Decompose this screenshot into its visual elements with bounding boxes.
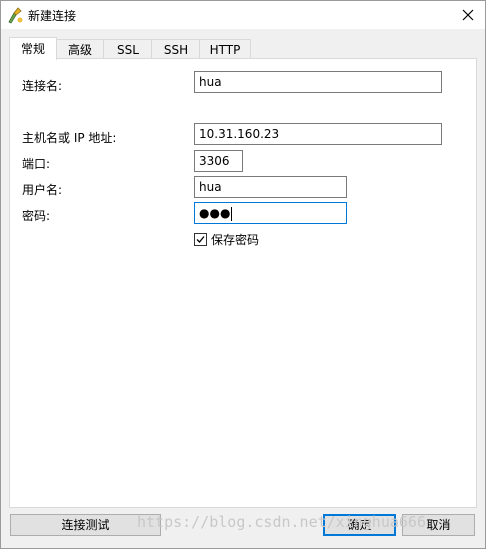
port-label: 端口: <box>22 157 51 171</box>
general-panel: 连接名: hua 主机名或 IP 地址: 10.31.160.23 端口: 33… <box>9 58 477 508</box>
tab-http[interactable]: HTTP <box>199 39 251 60</box>
password-label: 密码: <box>22 209 51 223</box>
connection-icon <box>6 6 24 24</box>
host-input[interactable]: 10.31.160.23 <box>194 123 442 145</box>
tab-ssl[interactable]: SSL <box>103 39 153 60</box>
text-caret <box>231 206 233 221</box>
save-password-checkbox[interactable] <box>194 233 207 246</box>
username-input[interactable]: hua <box>194 176 347 198</box>
close-button[interactable] <box>451 1 485 29</box>
dialog-window: 新建连接 常规 高级 SSL SSH HTTP 连接名: hua 主机名或 IP… <box>0 0 486 549</box>
username-label: 用户名: <box>22 183 63 197</box>
window-title: 新建连接 <box>28 9 77 23</box>
connection-name-label: 连接名: <box>22 79 63 93</box>
title-bar: 新建连接 <box>1 1 485 29</box>
tab-ssh[interactable]: SSH <box>151 39 201 60</box>
password-input[interactable]: ●●● <box>194 202 347 224</box>
port-input[interactable]: 3306 <box>194 150 243 172</box>
host-label: 主机名或 IP 地址: <box>22 131 117 145</box>
save-password-label: 保存密码 <box>211 233 260 247</box>
test-connection-button[interactable]: 连接测试 <box>10 514 161 536</box>
close-icon <box>462 9 474 21</box>
password-dots: ●●● <box>199 206 231 220</box>
save-password-row: 保存密码 <box>194 231 259 248</box>
checkmark-icon <box>196 236 205 243</box>
cancel-button[interactable]: 取消 <box>402 514 475 536</box>
connection-name-input[interactable]: hua <box>194 71 442 93</box>
ok-button[interactable]: 确定 <box>323 514 396 536</box>
tab-general[interactable]: 常规 <box>9 37 57 60</box>
tab-advanced[interactable]: 高级 <box>55 39 105 60</box>
